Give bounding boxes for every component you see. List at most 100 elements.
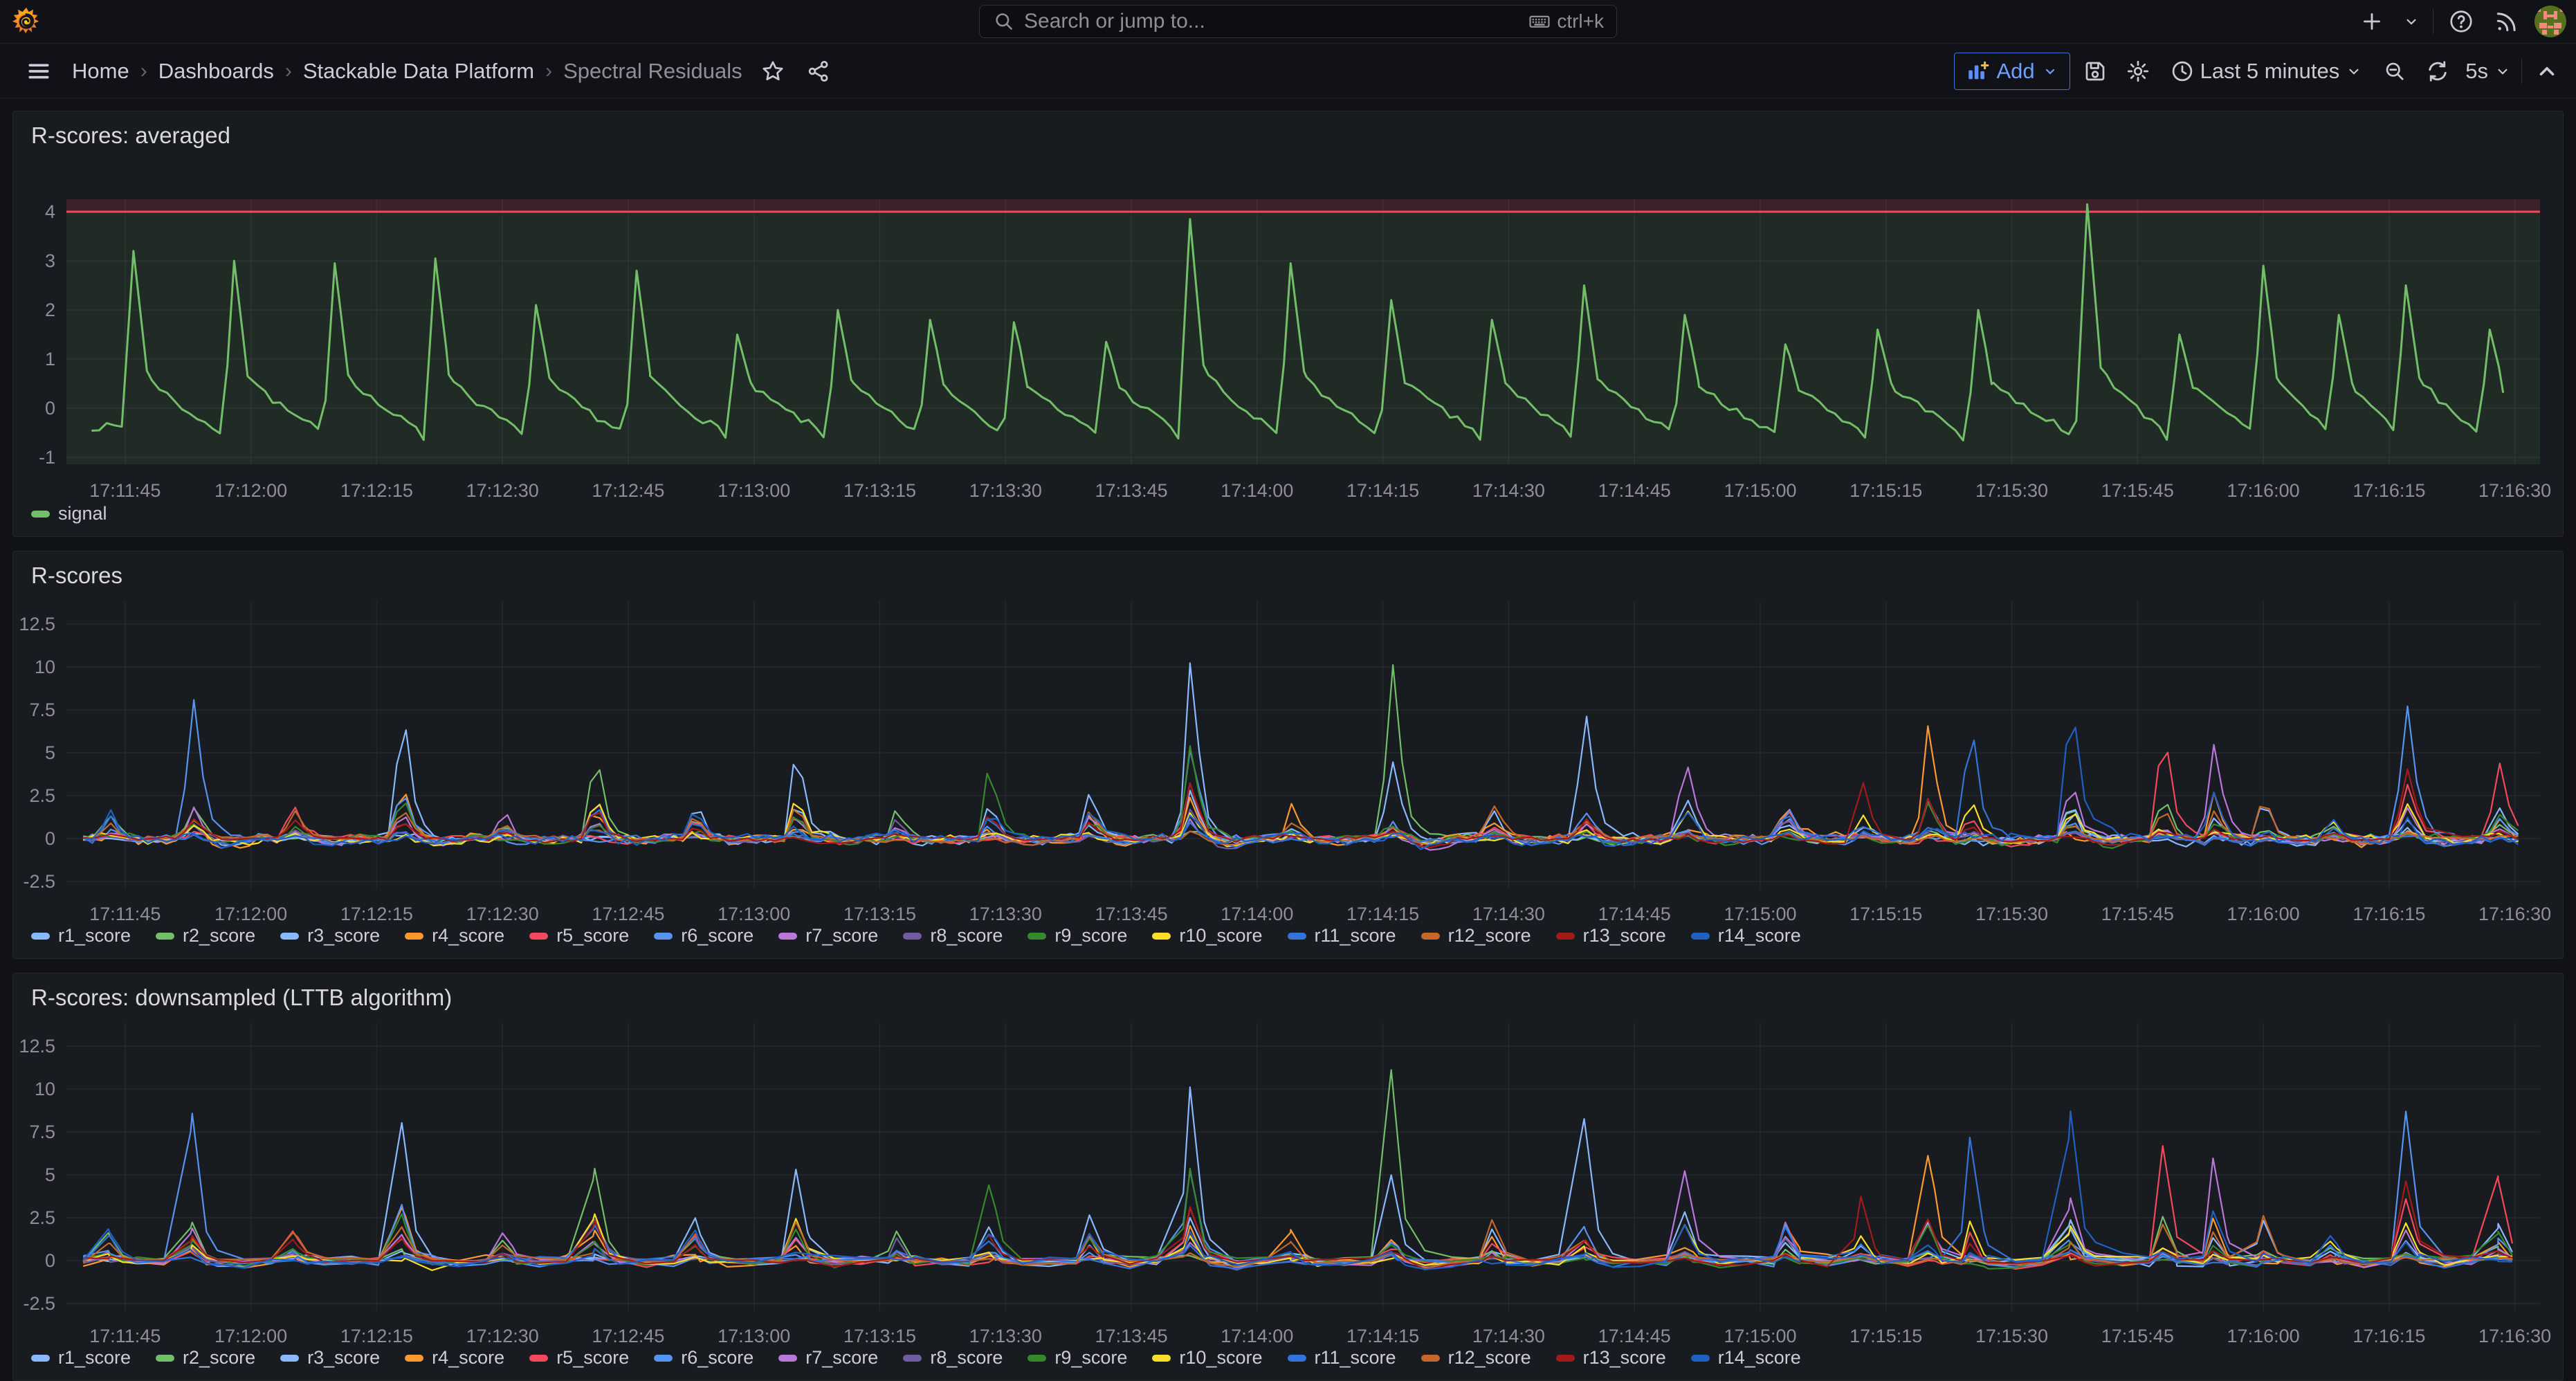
new-button[interactable] xyxy=(2354,3,2390,39)
panel-title[interactable]: R-scores xyxy=(31,563,122,589)
refresh-interval-picker[interactable]: 5s xyxy=(2463,53,2514,90)
legend-color-pill xyxy=(1556,1355,1575,1362)
legend-item-r5_score[interactable]: r5_score xyxy=(529,1347,629,1369)
legend-label: r6_score xyxy=(681,925,753,946)
legend-label: r10_score xyxy=(1179,1347,1262,1369)
add-panel-button[interactable]: Add xyxy=(1954,53,2070,90)
refresh-button[interactable] xyxy=(2420,53,2456,89)
legend-item-r14_score[interactable]: r14_score xyxy=(1691,1347,1801,1369)
legend-item-r3_score[interactable]: r3_score xyxy=(280,925,380,946)
series-line-r2_score xyxy=(83,665,2518,845)
legend-item-r10_score[interactable]: r10_score xyxy=(1152,1347,1262,1369)
panel-rscores-downsampled: 12.5107.552.50-2.517:11:4517:12:0017:12:… xyxy=(12,973,2564,1381)
legend-label: r9_score xyxy=(1054,1347,1127,1369)
legend-item-r9_score[interactable]: r9_score xyxy=(1027,925,1127,946)
x-axis-tick-label: 17:14:15 xyxy=(1346,480,1419,501)
help-icon xyxy=(2448,8,2474,35)
legend-item-r10_score[interactable]: r10_score xyxy=(1152,925,1262,946)
legend-item-r14_score[interactable]: r14_score xyxy=(1691,925,1801,946)
legend-item-r13_score[interactable]: r13_score xyxy=(1556,925,1666,946)
user-avatar[interactable] xyxy=(2534,6,2566,37)
favorite-button[interactable] xyxy=(758,53,788,89)
grafana-logo-icon[interactable] xyxy=(11,6,42,37)
x-axis-tick-label: 17:11:45 xyxy=(89,904,161,924)
refresh-icon xyxy=(2425,59,2450,84)
legend-item-r11_score[interactable]: r11_score xyxy=(1288,925,1396,946)
legend-item-r12_score[interactable]: r12_score xyxy=(1421,1347,1531,1369)
news-button[interactable] xyxy=(2489,3,2525,39)
legend-item-r1_score[interactable]: r1_score xyxy=(31,925,131,946)
save-dashboard-button[interactable] xyxy=(2077,53,2113,89)
y-axis-tick-label: 10 xyxy=(35,1079,55,1099)
y-axis-tick-label: 4 xyxy=(45,201,55,222)
top-nav-bar: Search or jump to... ctrl+k xyxy=(0,0,2576,43)
breadcrumb-current-dashboard: Spectral Residuals xyxy=(563,59,742,84)
legend-label: r5_score xyxy=(556,925,629,946)
legend-color-pill xyxy=(1691,933,1710,940)
legend-color-pill xyxy=(280,933,299,940)
collapse-topbar-button[interactable] xyxy=(2529,53,2565,89)
legend-color-pill xyxy=(654,1355,673,1362)
legend-label: r8_score xyxy=(930,925,1003,946)
x-axis-tick-label: 17:14:45 xyxy=(1598,1326,1671,1346)
panel-title[interactable]: R-scores: averaged xyxy=(31,122,230,149)
legend-item-r11_score[interactable]: r11_score xyxy=(1288,1347,1396,1369)
keyboard-icon xyxy=(1528,10,1551,33)
legend-item-r8_score[interactable]: r8_score xyxy=(903,1347,1003,1369)
legend-item-r12_score[interactable]: r12_score xyxy=(1421,925,1531,946)
legend-item-r1_score[interactable]: r1_score xyxy=(31,1347,131,1369)
legend-color-pill xyxy=(280,1355,299,1362)
legend-color-pill xyxy=(31,933,50,940)
legend-item-signal[interactable]: signal xyxy=(31,503,107,524)
legend-item-r6_score[interactable]: r6_score xyxy=(654,925,753,946)
chevron-down-icon xyxy=(2402,12,2420,30)
dashboard-toolbar: Home › Dashboards › Stackable Data Platf… xyxy=(0,43,2576,98)
x-axis-tick-label: 17:15:00 xyxy=(1724,480,1796,501)
breadcrumb-folder[interactable]: Stackable Data Platform xyxy=(303,59,534,84)
x-axis-tick-label: 17:14:45 xyxy=(1598,904,1671,924)
share-button[interactable] xyxy=(803,53,834,89)
x-axis-tick-label: 17:13:30 xyxy=(969,904,1042,924)
legend-item-r3_score[interactable]: r3_score xyxy=(280,1347,380,1369)
x-axis-tick-label: 17:14:00 xyxy=(1221,1326,1293,1346)
y-axis-tick-label: 2.5 xyxy=(29,785,55,806)
y-axis-tick-label: 1 xyxy=(45,349,55,369)
x-axis-tick-label: 17:15:00 xyxy=(1724,904,1796,924)
legend-item-r2_score[interactable]: r2_score xyxy=(156,925,255,946)
legend-item-r13_score[interactable]: r13_score xyxy=(1556,1347,1666,1369)
legend-color-pill xyxy=(1152,933,1171,940)
timeseries-chart-downsampled[interactable]: 12.5107.552.50-2.517:11:4517:12:0017:12:… xyxy=(13,973,2563,1380)
breadcrumb-dashboards[interactable]: Dashboards xyxy=(158,59,274,84)
time-range-picker[interactable]: Last 5 minutes xyxy=(2163,53,2371,90)
legend-item-r2_score[interactable]: r2_score xyxy=(156,1347,255,1369)
timeseries-chart-averaged[interactable]: 43210-117:11:4517:12:0017:12:1517:12:301… xyxy=(13,111,2563,536)
new-menu-chevron[interactable] xyxy=(2400,3,2423,39)
x-axis-tick-label: 17:16:00 xyxy=(2227,480,2300,501)
zoom-out-time-button[interactable] xyxy=(2377,53,2413,89)
breadcrumb-home[interactable]: Home xyxy=(72,59,129,84)
legend-item-r7_score[interactable]: r7_score xyxy=(778,1347,878,1369)
help-button[interactable] xyxy=(2443,3,2479,39)
legend-label: r6_score xyxy=(681,1347,753,1369)
panel-title[interactable]: R-scores: downsampled (LTTB algorithm) xyxy=(31,985,452,1011)
toolbar-divider xyxy=(2521,59,2522,84)
legend-item-r5_score[interactable]: r5_score xyxy=(529,925,629,946)
breadcrumb-separator: › xyxy=(285,60,292,83)
timeseries-chart-rscores[interactable]: 12.5107.552.50-2.517:11:4517:12:0017:12:… xyxy=(13,551,2563,958)
legend-color-pill xyxy=(1027,933,1046,940)
legend-item-r4_score[interactable]: r4_score xyxy=(405,925,504,946)
legend-row: signal xyxy=(31,503,132,524)
y-axis-tick-label: 2 xyxy=(45,300,55,320)
breadcrumb-separator: › xyxy=(545,60,552,83)
legend-item-r6_score[interactable]: r6_score xyxy=(654,1347,753,1369)
mega-menu-button[interactable] xyxy=(21,53,57,89)
save-icon xyxy=(2083,59,2108,84)
legend-color-pill xyxy=(529,1355,548,1362)
search-input[interactable]: Search or jump to... ctrl+k xyxy=(979,5,1617,38)
legend-item-r8_score[interactable]: r8_score xyxy=(903,925,1003,946)
legend-item-r4_score[interactable]: r4_score xyxy=(405,1347,504,1369)
legend-item-r9_score[interactable]: r9_score xyxy=(1027,1347,1127,1369)
legend-item-r7_score[interactable]: r7_score xyxy=(778,925,878,946)
legend-label: r7_score xyxy=(805,925,878,946)
dashboard-settings-button[interactable] xyxy=(2120,53,2156,89)
